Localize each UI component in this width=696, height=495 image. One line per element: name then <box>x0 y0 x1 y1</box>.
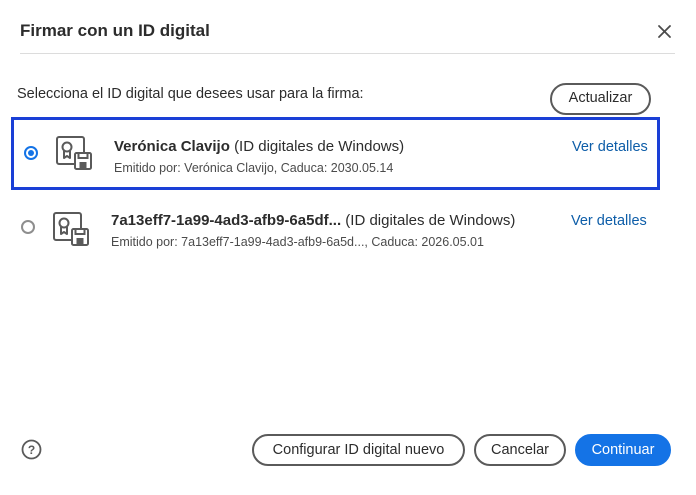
instruction-text: Selecciona el ID digital que desees usar… <box>17 86 364 102</box>
view-details-link[interactable]: Ver detalles <box>572 139 648 155</box>
radio-selected[interactable] <box>24 146 38 160</box>
header-divider <box>20 53 675 54</box>
digital-id-owner: 7a13eff7-1a99-4ad3-afb9-6a5df... <box>111 212 342 229</box>
radio-unselected[interactable] <box>21 220 35 234</box>
configure-new-digital-id-button[interactable]: Configurar ID digital nuevo <box>252 434 465 466</box>
digital-id-name: 7a13eff7-1a99-4ad3-afb9-6a5df... (ID dig… <box>111 212 515 229</box>
certificate-icon <box>56 136 92 170</box>
continue-button[interactable]: Continuar <box>575 434 671 466</box>
digital-id-type: (ID digitales de Windows) <box>234 138 405 155</box>
svg-text:?: ? <box>28 443 35 457</box>
close-icon <box>658 25 671 38</box>
digital-id-type: (ID digitales de Windows) <box>345 212 516 229</box>
digital-id-row-guid[interactable]: 7a13eff7-1a99-4ad3-afb9-6a5df... (ID dig… <box>11 193 660 266</box>
refresh-button[interactable]: Actualizar <box>550 83 651 115</box>
certificate-icon <box>53 212 89 246</box>
digital-id-name: Verónica Clavijo (ID digitales de Window… <box>114 138 404 155</box>
close-button[interactable] <box>654 21 676 43</box>
cancel-button[interactable]: Cancelar <box>474 434 566 466</box>
view-details-link[interactable]: Ver detalles <box>571 213 647 229</box>
dialog-title: Firmar con un ID digital <box>20 21 210 40</box>
digital-id-meta: Emitido por: Verónica Clavijo, Caduca: 2… <box>114 161 394 175</box>
digital-id-meta: Emitido por: 7a13eff7-1a99-4ad3-afb9-6a5… <box>111 235 484 249</box>
digital-id-row-veronica[interactable]: Verónica Clavijo (ID digitales de Window… <box>11 117 660 190</box>
help-icon[interactable]: ? <box>21 439 42 460</box>
sign-with-digital-id-dialog: Firmar con un ID digital Selecciona el I… <box>0 0 696 495</box>
digital-id-owner: Verónica Clavijo <box>114 138 230 155</box>
